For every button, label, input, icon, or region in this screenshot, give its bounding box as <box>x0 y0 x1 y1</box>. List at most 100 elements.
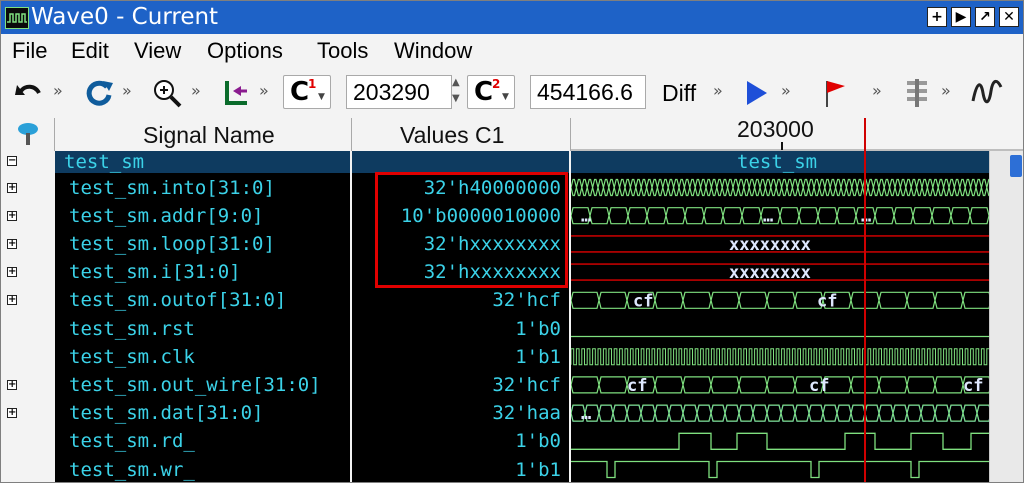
expand-signal-icon[interactable]: + <box>7 210 17 221</box>
toolbar-chevron[interactable]: » <box>781 81 791 100</box>
cursor2-value-field[interactable]: 454166.6 <box>530 75 646 109</box>
values-header[interactable]: Values C1 <box>352 118 571 151</box>
signal-name[interactable]: test_sm.rst <box>69 318 195 340</box>
cursor1-value-field[interactable]: 203290 <box>346 75 452 109</box>
signal-value: 32'haa <box>492 402 561 425</box>
undo-icon[interactable] <box>13 77 45 109</box>
refresh-icon[interactable] <box>83 77 115 109</box>
analog-wave-icon[interactable] <box>971 77 1003 109</box>
out-wire-wave-label: cf <box>963 376 983 396</box>
dat-wave-outline <box>571 404 989 422</box>
window-title: Wave0 - Current <box>31 4 219 30</box>
waveform-pane[interactable]: test_sm ……… xxxxxxxx xxxxxxxx cf cf cf cf cf… <box>571 151 989 482</box>
cursor2-index: 2 <box>492 77 501 91</box>
menu-bar: File Edit View Options Tools Window <box>1 34 1023 68</box>
maximize-icon[interactable]: + <box>927 7 947 27</box>
into-wave <box>571 178 989 197</box>
signal-name[interactable]: test_sm.clk <box>69 346 195 368</box>
values-header-label: Values C1 <box>400 122 505 148</box>
wave-window: Wave0 - Current + ▶ ↗ ✕ File Edit View O… <box>0 0 1024 483</box>
expand-signal-icon[interactable]: + <box>7 238 17 249</box>
cursor2-label: C <box>474 77 494 107</box>
zoom-in-icon[interactable] <box>151 77 183 109</box>
menu-file[interactable]: File <box>12 37 47 65</box>
chevron-down-icon: ▼ <box>502 92 509 102</box>
dat-wave-label: … <box>581 404 591 424</box>
bus-icon[interactable] <box>901 77 933 109</box>
signal-value: 1'b1 <box>515 345 561 368</box>
toolbar-chevron[interactable]: » <box>713 81 723 100</box>
scrollbar-thumb[interactable] <box>1010 155 1022 177</box>
toolbar: » » » » C 1 ▼ 203290 ▲ ▼ C 2 ▼ 454166.6 D… <box>1 68 1023 119</box>
rd-wave <box>571 432 989 450</box>
waveform-app-icon <box>5 7 29 29</box>
collapse-group-icon[interactable]: − <box>7 156 17 166</box>
time-ruler[interactable]: 203000 <box>571 116 1023 151</box>
vertical-scrollbar[interactable] <box>989 151 1023 482</box>
expand-signal-icon[interactable]: + <box>7 182 17 193</box>
clk-wave <box>571 348 989 366</box>
toolbar-chevron[interactable]: » <box>941 81 951 100</box>
signal-value: 1'b0 <box>515 430 561 453</box>
toolbar-chevron[interactable]: » <box>872 81 882 100</box>
signal-value: 1'b0 <box>515 317 561 340</box>
close-icon[interactable]: ✕ <box>999 7 1019 27</box>
cursor1-button[interactable]: C 1 ▼ <box>283 75 331 109</box>
highlight-box <box>375 172 568 288</box>
time-ruler-label: 203000 <box>737 116 814 142</box>
outof-wave-label: cf <box>817 291 837 311</box>
signal-tree-icon[interactable] <box>16 121 40 147</box>
signal-name-pane: test_sm test_sm.into[31:0] test_sm.addr[9… <box>55 151 352 482</box>
expand-signal-icon[interactable]: + <box>7 379 17 390</box>
toolbar-chevron[interactable]: » <box>259 81 269 100</box>
cursor-line[interactable] <box>864 118 866 482</box>
marker-flag-icon[interactable] <box>819 77 851 109</box>
menu-window[interactable]: Window <box>394 37 472 65</box>
cursor1-spinner-icon[interactable]: ▲ ▼ <box>452 75 464 109</box>
group-value-row[interactable] <box>352 151 569 173</box>
addr-wave-label: … <box>763 207 773 227</box>
expand-signal-icon[interactable]: + <box>7 408 17 419</box>
signal-name-header-label: Signal Name <box>143 122 275 148</box>
undock-icon[interactable]: ↗ <box>975 7 995 27</box>
goto-cursor-icon[interactable] <box>219 77 251 109</box>
signal-name-header[interactable]: Signal Name <box>55 118 352 151</box>
signal-name[interactable]: test_sm.wr_ <box>69 459 195 481</box>
expand-signal-icon[interactable]: + <box>7 295 17 306</box>
signal-value: 32'hcf <box>492 289 561 312</box>
toolbar-chevron[interactable]: » <box>191 81 201 100</box>
time-ruler-ticks <box>571 142 1023 151</box>
title-bar[interactable]: Wave0 - Current + ▶ ↗ ✕ <box>1 1 1023 34</box>
cursor2-button[interactable]: C 2 ▼ <box>467 75 515 109</box>
signal-value: 32'hcf <box>492 373 561 396</box>
loop-wave-label: xxxxxxxx <box>729 235 811 255</box>
signal-name[interactable]: test_sm.loop[31:0] <box>69 233 275 255</box>
signal-name[interactable]: test_sm.addr[9:0] <box>69 205 263 227</box>
menu-tools[interactable]: Tools <box>317 37 368 65</box>
toolbar-chevron[interactable]: » <box>122 81 132 100</box>
i-wave-label: xxxxxxxx <box>729 263 811 283</box>
addr-wave-label: … <box>861 207 871 227</box>
menu-view[interactable]: View <box>134 37 181 65</box>
signal-name[interactable]: test_sm.into[31:0] <box>69 177 275 199</box>
waveform-canvas: …… …xxxxxxxxxxxxxxxxcf cfcf cf cf… <box>571 178 989 479</box>
signal-name[interactable]: test_sm.out_wire[31:0] <box>69 374 321 396</box>
out-wire-wave-label: cf <box>627 376 647 396</box>
group-row[interactable]: test_sm <box>55 151 350 173</box>
row-gutter: − + + + + + + + <box>1 151 55 482</box>
float-icon[interactable]: ▶ <box>951 7 971 27</box>
toolbar-chevron[interactable]: » <box>53 81 63 100</box>
wr-wave <box>571 460 989 479</box>
out-wire-wave-label: cf <box>809 376 829 396</box>
signal-name[interactable]: test_sm.outof[31:0] <box>69 289 286 311</box>
signal-value: 1'b1 <box>515 458 561 481</box>
play-icon[interactable] <box>741 77 773 109</box>
signal-name[interactable]: test_sm.dat[31:0] <box>69 402 263 424</box>
column-header: Signal Name Values C1 203000 <box>1 116 1023 151</box>
signal-name[interactable]: test_sm.rd_ <box>69 430 195 452</box>
signal-name[interactable]: test_sm.i[31:0] <box>69 261 241 283</box>
menu-edit[interactable]: Edit <box>71 37 109 65</box>
chevron-down-icon: ▼ <box>318 92 325 102</box>
menu-options[interactable]: Options <box>207 37 283 65</box>
expand-signal-icon[interactable]: + <box>7 267 17 278</box>
